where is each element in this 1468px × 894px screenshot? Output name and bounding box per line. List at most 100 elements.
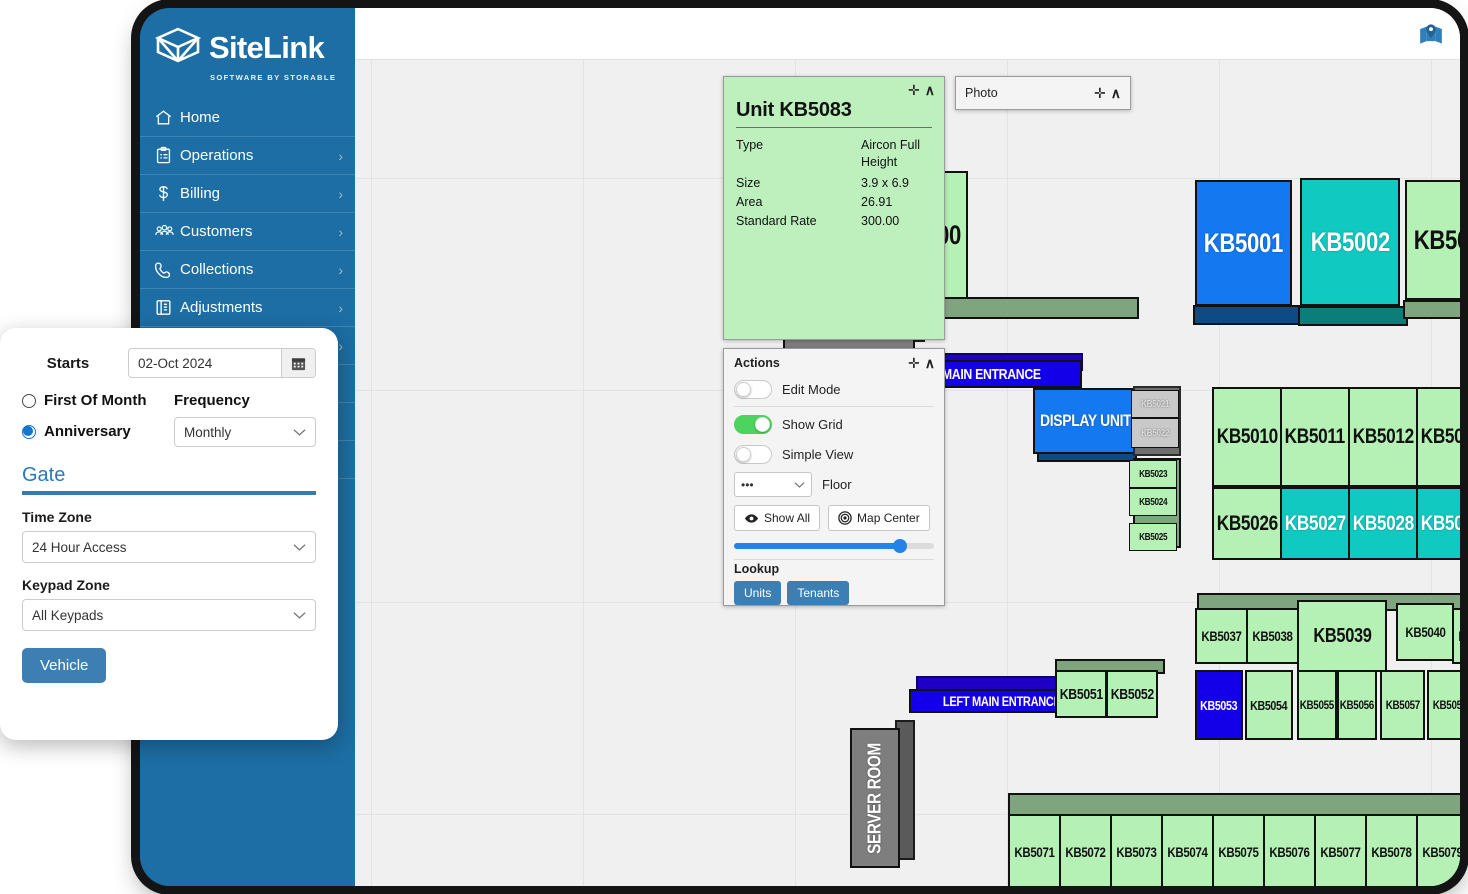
map-unit-display-unit[interactable]: DISPLAY UNIT <box>1033 388 1138 454</box>
home-icon <box>154 108 180 127</box>
map-pin-icon[interactable] <box>1418 22 1444 48</box>
map-unit-kb5026[interactable]: KB5026 <box>1212 487 1282 560</box>
sidebar-item-collections[interactable]: Collections › <box>140 250 355 288</box>
map-unit-kb5058[interactable]: KB5058 <box>1427 670 1460 740</box>
map-unit-label: SERVER ROOM <box>865 743 886 854</box>
starts-date-field[interactable]: 02-Oct 2024 <box>128 348 316 378</box>
map-center-button[interactable]: Map Center <box>828 505 930 531</box>
starts-label: Starts <box>22 355 114 372</box>
map-unit-kb5023[interactable]: KB5023 <box>1129 460 1177 488</box>
map-unit-kb5078[interactable]: KB5078 <box>1365 814 1418 886</box>
calendar-icon[interactable] <box>281 349 315 377</box>
map-unit-kb5027[interactable]: KB5027 <box>1280 487 1350 560</box>
map-unit-kb5079[interactable]: KB5079 <box>1416 814 1460 886</box>
collapse-icon[interactable]: ∧ <box>925 83 935 97</box>
app-window: SiteLink SOFTWARE BY STORABLE Home <box>140 8 1460 886</box>
map-unit-kb5038[interactable]: KB5038 <box>1246 608 1299 664</box>
map-unit-kb5056[interactable]: KB5056 <box>1337 670 1377 740</box>
show-grid-toggle[interactable] <box>734 415 772 434</box>
site-map-canvas[interactable]: OFFICE SERVER ROOM KB5000 KB5001 KB5002 <box>355 8 1460 886</box>
map-unit-kb5010[interactable]: KB5010 <box>1212 387 1282 487</box>
floor-label: Floor <box>822 477 852 492</box>
map-unit-kb5075[interactable]: KB5075 <box>1212 814 1265 886</box>
map-unit-kb5055[interactable]: KB5055 <box>1297 670 1337 740</box>
map-unit-kb5028[interactable]: KB5028 <box>1348 487 1418 560</box>
radio-first-of-month[interactable]: First Of Month <box>22 392 174 409</box>
zoom-slider-thumb[interactable] <box>893 539 907 553</box>
map-unit-label: MAIN ENTRANCE <box>942 366 1041 383</box>
move-icon[interactable]: ✛ <box>908 356 920 370</box>
vehicle-button[interactable]: Vehicle <box>22 648 106 683</box>
sidebar-item-home[interactable]: Home <box>140 98 355 136</box>
show-all-button[interactable]: Show All <box>734 505 820 531</box>
map-unit-label: KB5074 <box>1167 844 1207 860</box>
map-unit-kb5077[interactable]: KB5077 <box>1314 814 1367 886</box>
map-unit-kb5073[interactable]: KB5073 <box>1110 814 1163 886</box>
unit-prop-key: Area <box>736 194 861 211</box>
unit-prop-size: Size 3.9 x 6.9 <box>724 175 944 192</box>
radio-anniversary[interactable]: Anniversary <box>22 423 174 440</box>
map-unit-kb5003[interactable]: KB5003 <box>1405 180 1460 300</box>
map-unit-kb5076[interactable]: KB5076 <box>1263 814 1316 886</box>
sidebar-item-customers[interactable]: Customers › <box>140 212 355 250</box>
map-unit-kb5041[interactable]: KB5041 <box>1452 608 1460 664</box>
unit-prop-key: Standard Rate <box>736 213 861 230</box>
map-unit-kb5013[interactable]: KB5013 <box>1416 387 1460 487</box>
map-unit-kb5024[interactable]: KB5024 <box>1129 488 1177 516</box>
chevron-down-icon <box>794 481 805 489</box>
edit-mode-toggle[interactable] <box>734 380 772 399</box>
people-icon <box>154 222 180 241</box>
map-unit-label: KB5011 <box>1285 425 1345 449</box>
collapse-icon[interactable]: ∧ <box>1111 86 1121 100</box>
map-unit-kb5040[interactable]: KB5040 <box>1396 603 1454 661</box>
sidebar-item-billing[interactable]: Billing › <box>140 174 355 212</box>
map-unit-kb5022[interactable]: KB5022 <box>1131 418 1179 448</box>
map-unit-kb5001[interactable]: KB5001 <box>1195 180 1292 306</box>
collapse-icon[interactable]: ∧ <box>925 356 935 370</box>
map-unit-kb5025[interactable]: KB5025 <box>1129 523 1177 551</box>
eye-icon <box>744 513 759 524</box>
map-unit-kb5039[interactable]: KB5039 <box>1297 600 1387 672</box>
map-unit-kb5052[interactable]: KB5052 <box>1106 670 1158 718</box>
move-icon[interactable]: ✛ <box>908 83 920 97</box>
map-unit-kb5074[interactable]: KB5074 <box>1161 814 1214 886</box>
map-unit-kb5071[interactable]: KB5071 <box>1008 814 1061 886</box>
map-unit-kb5029[interactable]: KB5029 <box>1416 487 1460 560</box>
time-zone-group: Time Zone 24 Hour Access <box>22 509 316 563</box>
radio-indicator <box>22 425 36 439</box>
keypad-zone-select[interactable]: All Keypads <box>22 599 316 631</box>
map-unit-kb5054[interactable]: KB5054 <box>1245 670 1293 740</box>
map-unit-kb5021[interactable]: KB5021 <box>1131 390 1179 418</box>
simple-view-label: Simple View <box>782 447 853 462</box>
time-zone-value: 24 Hour Access <box>32 540 127 555</box>
lookup-units-button[interactable]: Units <box>734 581 781 605</box>
map-unit-kb5057[interactable]: KB5057 <box>1380 670 1425 740</box>
chevron-right-icon-customers: › <box>338 224 343 240</box>
map-unit-kb5053[interactable]: KB5053 <box>1195 670 1243 740</box>
move-icon[interactable]: ✛ <box>1094 86 1106 100</box>
map-unit-label: KB5054 <box>1250 698 1287 713</box>
zoom-slider-track[interactable] <box>734 543 934 549</box>
lookup-button-row: Units Tenants <box>734 581 934 605</box>
time-zone-select[interactable]: 24 Hour Access <box>22 531 316 563</box>
floor-select[interactable]: ••• <box>734 472 812 497</box>
map-unit-kb5037[interactable]: KB5037 <box>1195 608 1248 664</box>
map-unit-label: KB5001 <box>1204 228 1283 259</box>
map-unit-kb5051[interactable]: KB5051 <box>1055 670 1107 718</box>
sidebar-item-adjustments[interactable]: Adjustments › <box>140 288 355 326</box>
zoom-slider[interactable] <box>734 541 934 557</box>
grid-line-v <box>371 60 372 886</box>
frequency-value: Monthly <box>184 425 231 440</box>
lookup-tenants-button[interactable]: Tenants <box>787 581 849 605</box>
map-unit-kb5012[interactable]: KB5012 <box>1348 387 1418 487</box>
map-unit-kb5011[interactable]: KB5011 <box>1280 387 1350 487</box>
frequency-select[interactable]: Monthly <box>174 417 316 447</box>
map-unit-kb5002[interactable]: KB5002 <box>1300 178 1400 306</box>
map-unit-kb5072[interactable]: KB5072 <box>1059 814 1112 886</box>
photo-panel-title: Photo <box>965 86 998 100</box>
chevron-down-icon <box>293 428 306 437</box>
simple-view-toggle[interactable] <box>734 445 772 464</box>
map-unit-server-room-2[interactable]: SERVER ROOM <box>850 728 900 868</box>
unit-prop-key: Size <box>736 175 861 192</box>
sidebar-item-operations[interactable]: Operations › <box>140 136 355 174</box>
